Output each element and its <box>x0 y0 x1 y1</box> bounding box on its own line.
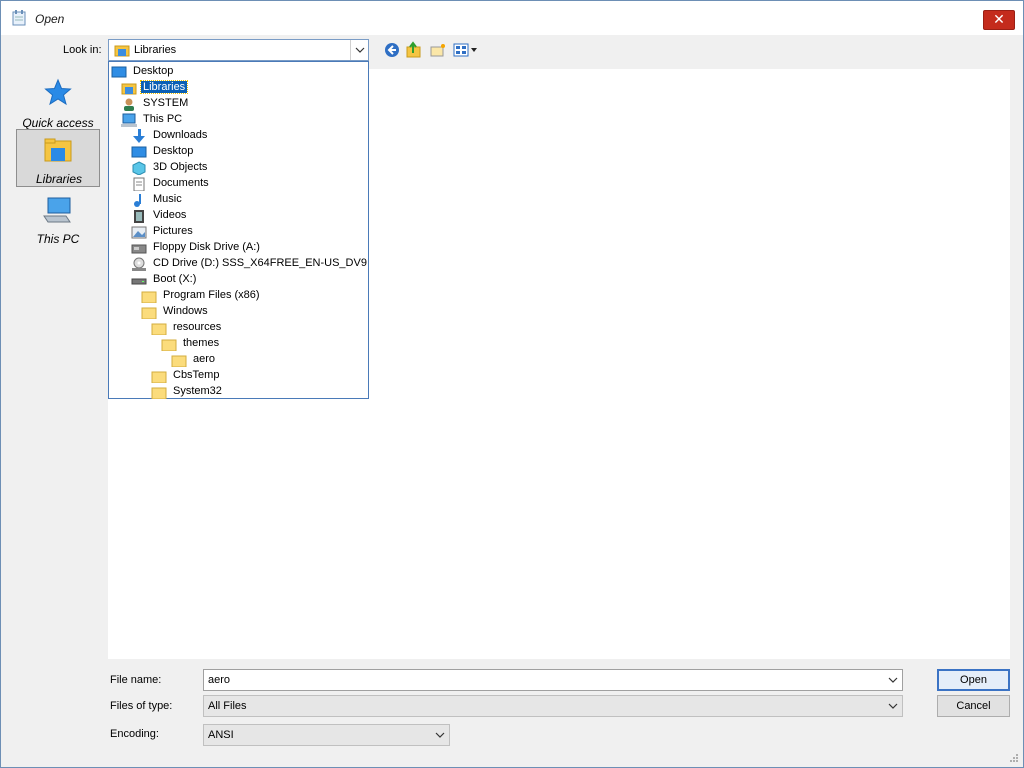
folder-icon <box>141 291 157 303</box>
library-icon <box>114 45 130 57</box>
cube-icon <box>132 161 146 175</box>
back-button[interactable] <box>383 41 401 59</box>
desktop-icon <box>111 66 127 78</box>
chevron-down-icon[interactable] <box>350 40 368 60</box>
folder-icon <box>151 323 167 335</box>
dropdown-item-label: Program Files (x86) <box>163 289 260 301</box>
folder-icon <box>171 355 187 367</box>
files-of-type-select[interactable]: All Files <box>203 695 903 717</box>
file-name-value: aero <box>208 674 231 686</box>
file-name-combobox[interactable]: aero <box>203 669 903 691</box>
folder-icon <box>161 339 177 351</box>
open-dialog: Open ✕ Look in: Libraries Quick access L… <box>0 0 1024 768</box>
up-folder-icon <box>406 41 421 58</box>
open-button[interactable]: Open <box>937 669 1010 691</box>
dropdown-item-label: Pictures <box>153 225 193 237</box>
dropdown-item-label: resources <box>173 321 222 333</box>
star-icon <box>44 78 72 106</box>
dropdown-item-label: SYSTEM <box>143 97 189 109</box>
view-menu-icon <box>453 43 477 57</box>
new-folder-button[interactable] <box>429 41 447 59</box>
computer-icon <box>121 113 137 127</box>
place-label: Quick access <box>22 116 94 130</box>
library-icon <box>121 83 137 95</box>
title-bar[interactable]: Open ✕ <box>1 1 1023 35</box>
library-icon <box>44 138 72 162</box>
notepad-icon <box>12 10 26 26</box>
dropdown-item-label: themes <box>183 337 220 349</box>
dropdown-item-label: Desktop <box>153 145 194 157</box>
look-in-value: Libraries <box>134 44 177 56</box>
document-icon <box>133 177 145 191</box>
dropdown-item-label: Windows <box>163 305 208 317</box>
folder-icon <box>151 371 167 383</box>
dropdown-item-label: Documents <box>153 177 209 189</box>
desktop-icon <box>131 146 147 158</box>
video-icon <box>134 210 144 223</box>
look-in-combobox[interactable]: Libraries <box>108 39 369 61</box>
dropdown-item-label: Floppy Disk Drive (A:) <box>153 241 260 253</box>
dropdown-item-label: Desktop <box>133 65 174 77</box>
dropdown-item-label: This PC <box>143 113 183 125</box>
music-icon <box>134 194 141 207</box>
close-button[interactable]: ✕ <box>983 10 1015 30</box>
dropdown-item-label: Videos <box>153 209 187 221</box>
window-title: Open <box>35 12 65 26</box>
floppy-icon <box>131 244 147 254</box>
view-menu-button[interactable] <box>453 41 479 59</box>
resize-grip-icon[interactable] <box>1009 753 1019 763</box>
picture-icon <box>131 226 147 239</box>
dropdown-item-label: System32 <box>173 385 222 397</box>
dropdown-item-label: Boot (X:) <box>153 273 197 285</box>
cancel-button[interactable]: Cancel <box>937 695 1010 717</box>
place-quick-access[interactable]: Quick access <box>16 74 100 132</box>
drive-icon <box>131 278 147 285</box>
cd-icon <box>132 257 146 271</box>
place-this-pc[interactable]: This PC <box>16 190 100 248</box>
look-in-dropdown-list[interactable]: Desktop Libraries SYSTEM This PC Downloads De… <box>108 61 369 399</box>
look-in-label: Look in: <box>63 44 102 56</box>
places-bar: Quick access Libraries This PC <box>8 66 105 661</box>
encoding-label: Encoding: <box>110 728 159 740</box>
place-label: This PC <box>36 232 80 246</box>
place-libraries[interactable]: Libraries <box>16 129 100 187</box>
chevron-down-icon[interactable] <box>888 701 898 711</box>
place-label: Libraries <box>35 172 83 186</box>
folder-icon <box>141 307 157 319</box>
chevron-down-icon[interactable] <box>888 675 898 685</box>
files-of-type-value: All Files <box>208 700 247 712</box>
up-folder-button[interactable] <box>405 41 423 59</box>
chevron-down-icon[interactable] <box>435 730 445 740</box>
file-name-label: File name: <box>110 674 162 686</box>
dropdown-item-label: Downloads <box>153 129 208 141</box>
user-icon <box>124 98 134 111</box>
download-icon <box>133 129 145 143</box>
dropdown-item-label: CD Drive (D:) SSS_X64FREE_EN-US_DV9 <box>153 257 367 269</box>
dropdown-item-label: 3D Objects <box>153 161 208 173</box>
folder-icon <box>151 387 167 399</box>
dropdown-item-label: Libraries <box>139 80 189 94</box>
new-folder-icon <box>430 44 445 57</box>
encoding-value: ANSI <box>208 729 234 741</box>
dropdown-item-label: aero <box>193 353 216 365</box>
encoding-select[interactable]: ANSI <box>203 724 450 746</box>
dropdown-item-label: CbsTemp <box>173 369 220 381</box>
dropdown-item-label: Music <box>153 193 182 205</box>
back-arrow-icon <box>385 43 399 57</box>
computer-icon <box>43 197 71 223</box>
files-of-type-label: Files of type: <box>110 700 173 712</box>
